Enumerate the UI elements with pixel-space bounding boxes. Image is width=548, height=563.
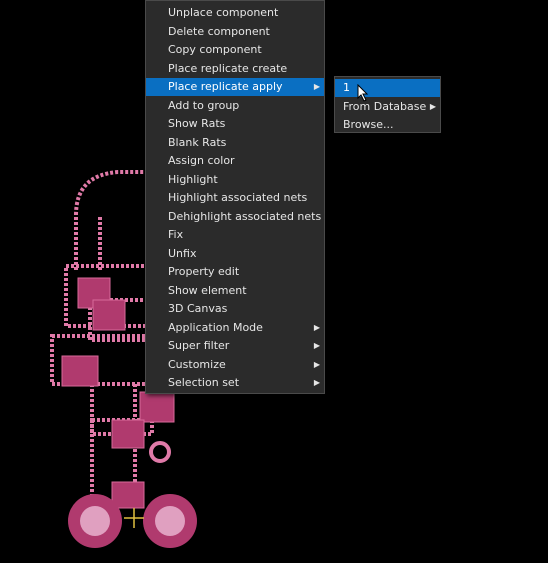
menu-item-super-filter[interactable]: Super filter ▶ [146,337,324,355]
menu-item-application-mode[interactable]: Application Mode ▶ [146,319,324,337]
menu-item-label: Highlight [168,172,218,186]
menu-item-customize[interactable]: Customize ▶ [146,356,324,374]
place-replicate-apply-submenu: 1 From Database ▶ Browse... [334,76,441,133]
menu-item-browse[interactable]: Browse... [335,116,440,134]
menu-item-highlight[interactable]: Highlight [146,171,324,189]
menu-item-label: Application Mode [168,320,263,334]
menu-item-label: Show element [168,283,247,297]
menu-item-label: Super filter [168,339,230,352]
menu-item-label: Property edit [168,265,240,278]
menu-item-label: Dehighlight associated nets [168,209,322,223]
menu-item-label: From Database [343,99,427,113]
menu-item-dehighlight-associated-nets[interactable]: Dehighlight associated nets [146,208,324,226]
menu-item-place-replicate-apply[interactable]: Place replicate apply ▶ [146,78,324,96]
submenu-arrow-icon: ▶ [313,322,320,332]
via [149,441,171,463]
menu-item-label: Delete component [168,24,270,38]
menu-item-label: Browse... [343,118,394,131]
menu-item-label: Place replicate apply [168,80,283,93]
menu-item-label: Fix [168,228,184,241]
menu-item-property-edit[interactable]: Property edit [146,263,324,281]
menu-item-show-rats[interactable]: Show Rats [146,115,324,133]
menu-item-label: Show Rats [168,117,226,130]
submenu-arrow-icon: ▶ [313,82,320,91]
menu-item-copy-component[interactable]: Copy component [146,41,324,59]
menu-item-label: Assign color [168,154,235,167]
menu-item-delete-component[interactable]: Delete component [146,23,324,41]
submenu-arrow-icon: ▶ [313,359,320,369]
menu-item-label: Customize [168,357,226,371]
menu-item-selection-set[interactable]: Selection set ▶ [146,374,324,392]
menu-item-place-replicate-create[interactable]: Place replicate create [146,60,324,78]
menu-item-blank-rats[interactable]: Blank Rats [146,134,324,152]
menu-item-unplace-component[interactable]: Unplace component [146,4,324,22]
menu-item-label: Highlight associated nets [168,191,308,204]
menu-item-label: 3D Canvas [168,302,228,315]
menu-item-assign-color[interactable]: Assign color [146,152,324,170]
menu-item-unfix[interactable]: Unfix [146,245,324,263]
context-menu: Unplace component Delete component Copy co… [145,0,325,394]
origin-marker-icon [124,508,144,528]
submenu-arrow-icon: ▶ [313,341,320,350]
menu-item-label: Blank Rats [168,135,227,149]
menu-item-label: Copy component [168,43,262,56]
menu-item-show-element[interactable]: Show element [146,282,324,300]
menu-item-1[interactable]: 1 [335,79,440,97]
submenu-arrow-icon: ▶ [429,101,436,111]
menu-item-add-to-group[interactable]: Add to group [146,97,324,115]
menu-item-label: Place replicate create [168,61,288,75]
menu-item-3d-canvas[interactable]: 3D Canvas [146,300,324,318]
menu-item-label: 1 [343,81,350,94]
menu-item-label: Unfix [168,246,197,260]
menu-item-label: Selection set [168,376,240,389]
submenu-arrow-icon: ▶ [313,378,320,387]
menu-item-highlight-associated-nets[interactable]: Highlight associated nets [146,189,324,207]
menu-item-label: Unplace component [168,6,279,19]
menu-item-label: Add to group [168,98,240,112]
menu-item-fix[interactable]: Fix [146,226,324,244]
arrow-cursor-icon [357,84,369,102]
menu-item-from-database[interactable]: From Database ▶ [335,98,440,116]
